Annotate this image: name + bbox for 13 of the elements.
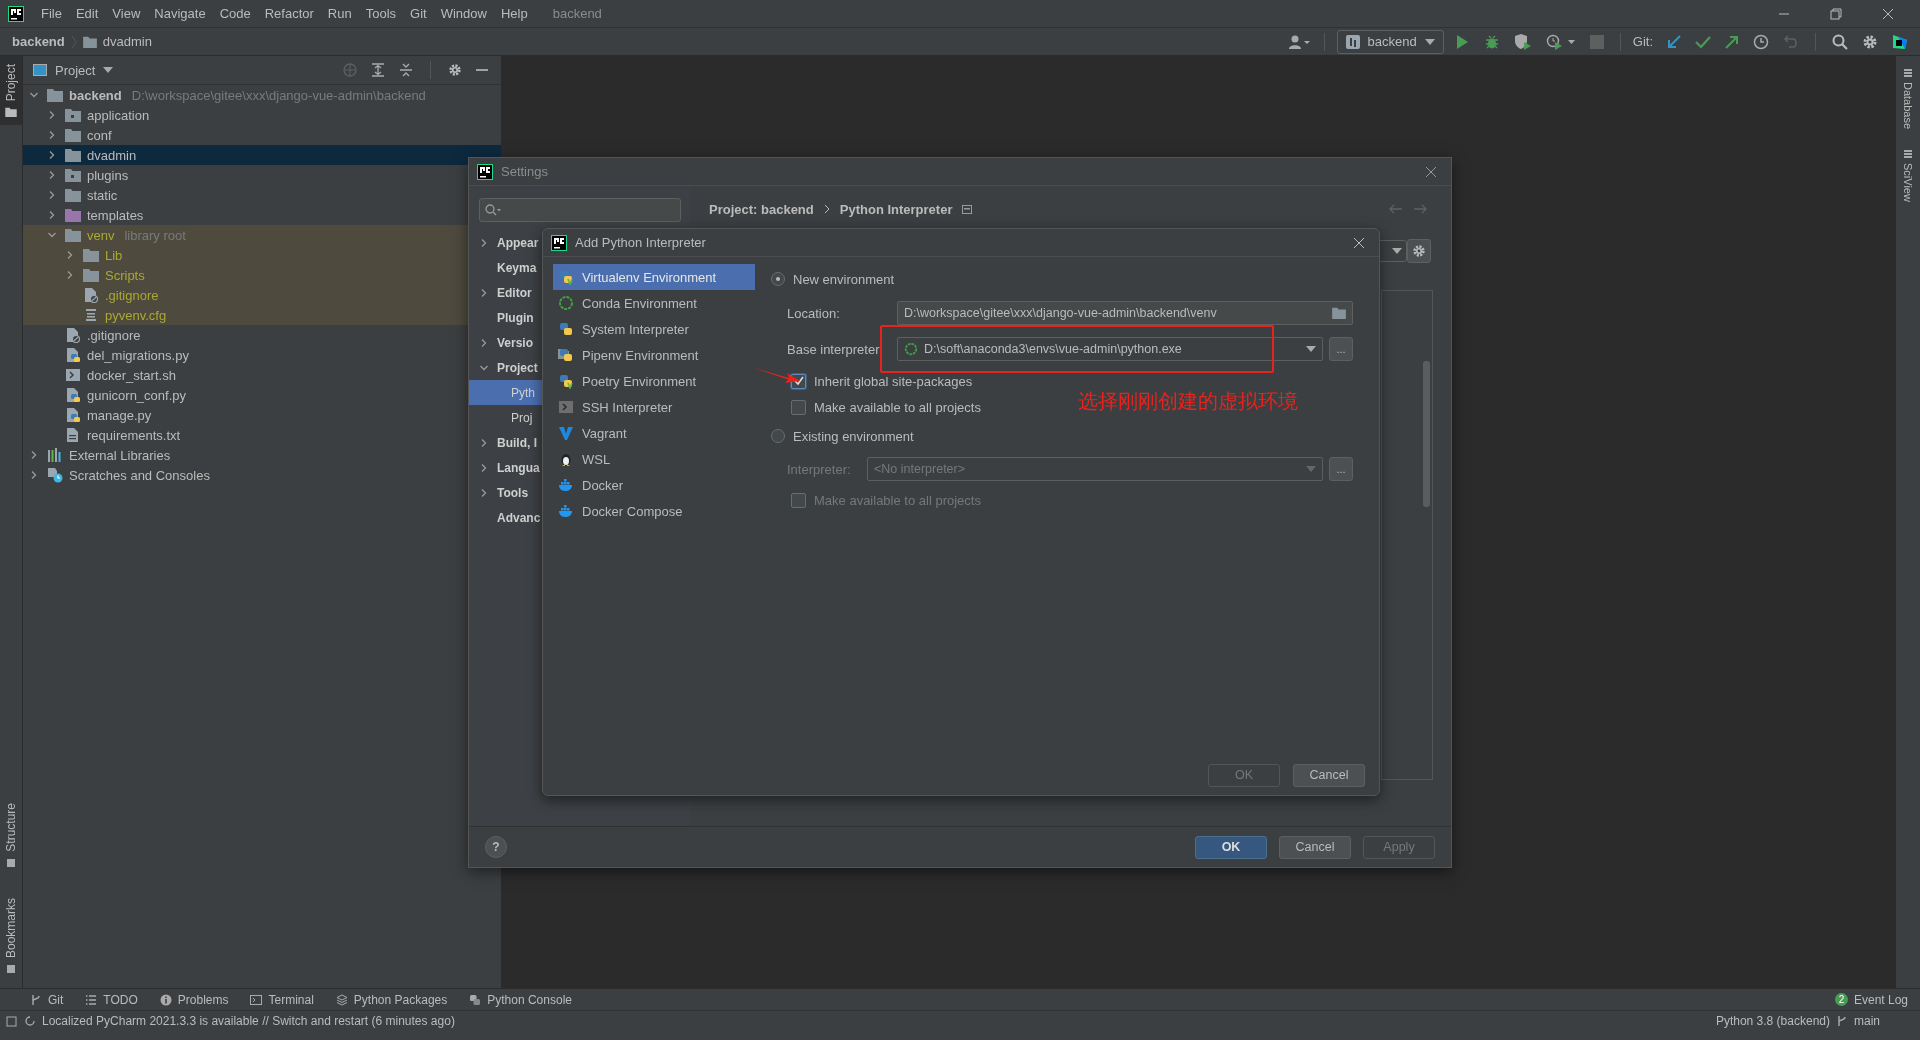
window-title: backend	[552, 6, 602, 21]
field-label: Interpreter:	[787, 461, 852, 477]
path-hint: D:\workspace\gitee\xxx\django-vue-admin\backend	[131, 87, 426, 103]
git-label: Git:	[1632, 34, 1653, 49]
dialog-title: Add Python Interpreter	[575, 235, 706, 250]
field-label: Base interpreter:	[787, 341, 885, 357]
annotation-text: 选择刚刚创建的虚拟环境	[1078, 389, 1298, 414]
count-badge: 2	[1834, 993, 1848, 1006]
library-root-hint: library root	[124, 227, 186, 243]
breadcrumb-item: Python Interpreter	[839, 201, 953, 217]
dialog-title: Settings	[501, 164, 548, 179]
field-label: Location:	[787, 305, 841, 321]
breadcrumb-item: Project: backend	[709, 201, 814, 217]
